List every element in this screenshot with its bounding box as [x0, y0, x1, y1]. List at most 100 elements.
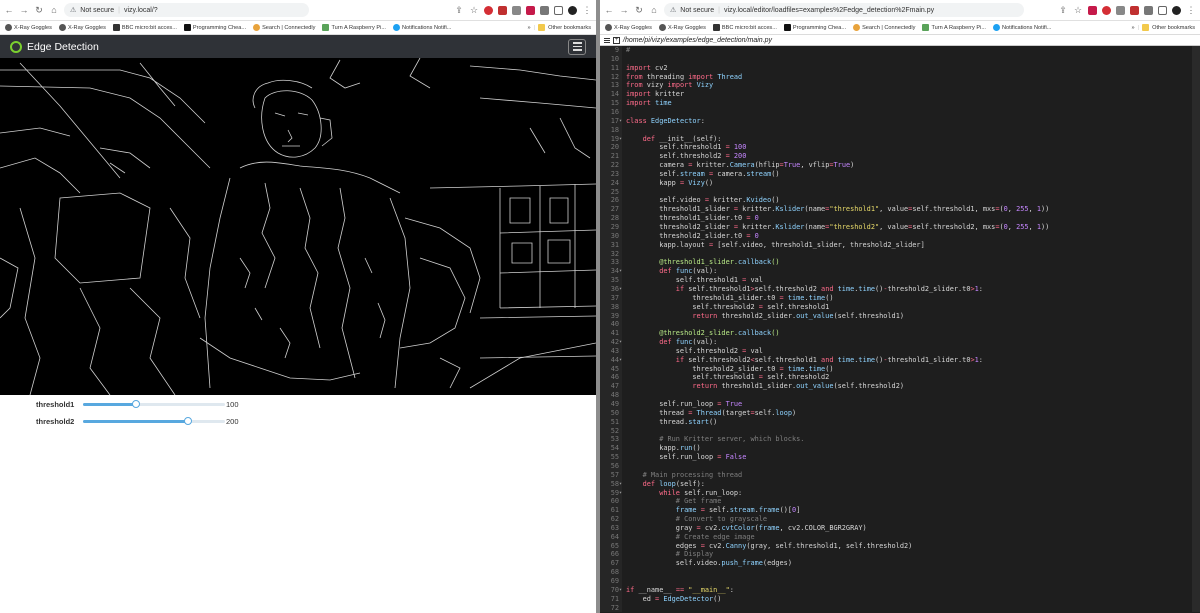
more-icon[interactable]: ⋮ — [582, 5, 592, 15]
code-line[interactable]: 71 ed = EdgeDetector() — [600, 595, 1200, 604]
code-line[interactable]: 40 — [600, 320, 1200, 329]
extension-icon-pi[interactable] — [526, 5, 535, 15]
code-line[interactable]: 51 thread.start() — [600, 418, 1200, 427]
code-line[interactable]: 15 import time — [600, 99, 1200, 108]
code-line[interactable]: 65 edges = cv2.Canny(gray, self.threshol… — [600, 542, 1200, 551]
fold-arrow-icon[interactable]: ▾ — [619, 135, 622, 144]
code-line[interactable]: 43 self.threshold2 = val — [600, 347, 1200, 356]
profile-avatar[interactable] — [1172, 5, 1181, 15]
other-bookmarks[interactable]: » | Other bookmarks — [528, 24, 591, 31]
code-line[interactable]: 54 kapp.run() — [600, 444, 1200, 453]
bookmark-item[interactable]: Search | Connectedly — [853, 24, 915, 31]
bookmark-item[interactable]: Search | Connectedly — [253, 24, 315, 31]
code-line[interactable]: 20 self.threshold1 = 100 — [600, 143, 1200, 152]
code-line[interactable]: 59 ▾ while self.run_loop: — [600, 489, 1200, 498]
bookmark-item[interactable]: Turn A Raspberry Pi... — [922, 24, 986, 31]
back-icon[interactable]: ← — [604, 5, 614, 15]
code-line[interactable]: 34 ▾ def func(val): — [600, 267, 1200, 276]
code-line[interactable]: 25 — [600, 188, 1200, 197]
extension-icon-pi[interactable] — [1088, 5, 1097, 15]
code-line[interactable]: 62 # Convert to grayscale — [600, 515, 1200, 524]
extension-icon-abp[interactable] — [1102, 5, 1111, 15]
code-line[interactable]: 31 kapp.layout = [self.video, threshold1… — [600, 241, 1200, 250]
code-line[interactable]: 45 threshold2_slider.t0 = time.time() — [600, 365, 1200, 374]
bookmark-item[interactable]: Programming Chea... — [783, 24, 846, 31]
slider-handle[interactable] — [184, 417, 193, 425]
left-address-bar[interactable]: ⚠ Not secure | vizy.local/? — [64, 3, 309, 17]
home-icon[interactable]: ⌂ — [649, 5, 659, 15]
code-line[interactable]: 70 ▾ if __name__ == "__main__": — [600, 586, 1200, 595]
extension-icon-red[interactable] — [1130, 5, 1139, 15]
bookmarks-overflow[interactable]: » — [528, 25, 531, 31]
code-line[interactable]: 44 ▾ if self.threshold2<self.threshold1 a… — [600, 356, 1200, 365]
sidebar-icon[interactable] — [1158, 5, 1167, 15]
code-line[interactable]: 28 threshold1_slider.t0 = 0 — [600, 214, 1200, 223]
bookmark-item[interactable]: Turn A Raspberry Pi... — [322, 24, 386, 31]
code-line[interactable]: 39 return threshold2_slider.out_value(se… — [600, 312, 1200, 321]
code-line[interactable]: 13 from vizy import Vizy — [600, 81, 1200, 90]
code-line[interactable]: 38 self.threshold2 = self.threshold1 — [600, 303, 1200, 312]
code-line[interactable]: 16 — [600, 108, 1200, 117]
code-line[interactable]: 24 kapp = Vizy() — [600, 179, 1200, 188]
code-line[interactable]: 53 # Run Kritter server, which blocks. — [600, 435, 1200, 444]
code-line[interactable]: 56 — [600, 462, 1200, 471]
fold-arrow-icon[interactable]: ▾ — [619, 338, 622, 347]
star-icon[interactable]: ☆ — [469, 5, 479, 15]
back-icon[interactable]: ← — [4, 5, 14, 15]
code-line[interactable]: 21 self.threshold2 = 200 — [600, 152, 1200, 161]
star-icon[interactable]: ☆ — [1073, 5, 1083, 15]
puzzle-icon[interactable] — [540, 5, 549, 15]
menu-button[interactable] — [568, 38, 586, 55]
code-line[interactable]: 30 threshold2_slider.t0 = 0 — [600, 232, 1200, 241]
code-line[interactable]: 32 — [600, 250, 1200, 259]
bookmark-item[interactable]: X-Ray Goggles — [58, 24, 106, 31]
bookmark-item[interactable]: X-Ray Goggles — [5, 24, 52, 31]
fold-arrow-icon[interactable]: ▾ — [619, 285, 622, 294]
share-icon[interactable]: ⇪ — [1058, 5, 1068, 15]
code-line[interactable]: 14 import kritter — [600, 90, 1200, 99]
other-bookmarks[interactable]: » | Other bookmarks — [1132, 24, 1195, 31]
code-line[interactable]: 48 — [600, 391, 1200, 400]
extension-icon-gray[interactable] — [512, 5, 521, 15]
bookmark-item[interactable]: BBC micro:bit acces... — [112, 24, 177, 31]
more-icon[interactable]: ⋮ — [1186, 5, 1196, 15]
code-line[interactable]: 27 threshold1_slider = kritter.Kslider(n… — [600, 205, 1200, 214]
forward-icon[interactable]: → — [19, 5, 29, 15]
code-line[interactable]: 11 import cv2 — [600, 64, 1200, 73]
code-line[interactable]: 18 — [600, 126, 1200, 135]
bookmark-item[interactable]: Programming Chea... — [183, 24, 246, 31]
code-line[interactable]: 42 ▾ def func(val): — [600, 338, 1200, 347]
code-line[interactable]: 66 # Display — [600, 550, 1200, 559]
code-line[interactable]: 9 # — [600, 46, 1200, 55]
slider-handle[interactable] — [131, 400, 140, 408]
code-line[interactable]: 33 @threshold1_slider.callback() — [600, 258, 1200, 267]
bookmark-item[interactable]: Notifications Notifi... — [992, 24, 1051, 31]
code-line[interactable]: 17 ▾ class EdgeDetector: — [600, 117, 1200, 126]
code-line[interactable]: 60 # Get frame — [600, 497, 1200, 506]
bookmark-item[interactable]: Notifications Notifi... — [392, 24, 451, 31]
code-line[interactable]: 37 threshold1_slider.t0 = time.time() — [600, 294, 1200, 303]
code-line[interactable]: 10 — [600, 55, 1200, 64]
share-icon[interactable]: ⇪ — [454, 5, 464, 15]
bookmark-item[interactable]: BBC micro:bit acces... — [712, 24, 777, 31]
code-line[interactable]: 41 @threshold2_slider.callback() — [600, 329, 1200, 338]
home-icon[interactable]: ⌂ — [49, 5, 59, 15]
extension-icon-red[interactable] — [498, 5, 507, 15]
editor-menu-icon[interactable] — [604, 37, 610, 43]
right-address-bar[interactable]: ⚠ Not secure | vizy.local/editor/loadfil… — [664, 3, 1024, 17]
code-line[interactable]: 52 — [600, 427, 1200, 436]
code-line[interactable]: 36 ▾ if self.threshold1>self.threshold2 a… — [600, 285, 1200, 294]
code-line[interactable]: 69 — [600, 577, 1200, 586]
code-line[interactable]: 47 return threshold1_slider.out_value(se… — [600, 382, 1200, 391]
code-line[interactable]: 49 self.run_loop = True — [600, 400, 1200, 409]
code-line[interactable]: 67 self.video.push_frame(edges) — [600, 559, 1200, 568]
code-line[interactable]: 26 self.video = kritter.Kvideo() — [600, 196, 1200, 205]
new-file-icon[interactable]: + — [613, 36, 620, 44]
puzzle-icon[interactable] — [1144, 5, 1153, 15]
code-line[interactable]: 63 gray = cv2.cvtColor(frame, cv2.COLOR_… — [600, 524, 1200, 533]
fold-arrow-icon[interactable]: ▾ — [619, 480, 622, 489]
fold-arrow-icon[interactable]: ▾ — [619, 356, 622, 365]
bookmark-item[interactable]: X-Ray Goggles — [658, 24, 706, 31]
profile-avatar[interactable] — [568, 5, 577, 15]
code-line[interactable]: 57 # Main processing thread — [600, 471, 1200, 480]
